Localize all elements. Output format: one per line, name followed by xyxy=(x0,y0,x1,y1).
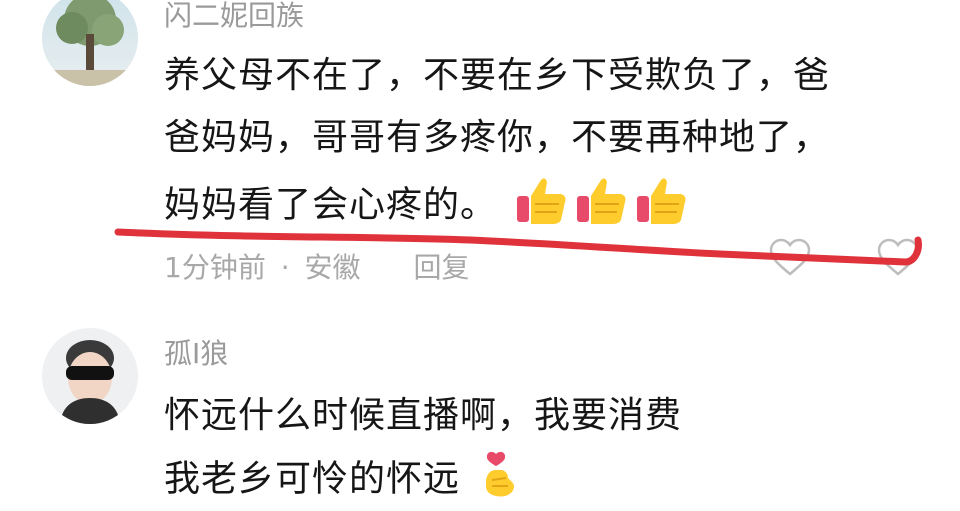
comment-text-line: 爸妈妈，哥哥有多疼你，不要再种地了， xyxy=(164,117,831,158)
comment-meta: 1分钟前 · 安徽 回复 xyxy=(164,246,469,286)
avatar[interactable] xyxy=(42,328,138,424)
avatar-person-image xyxy=(42,328,138,424)
comment-text: 我老乡可怜的怀远 xyxy=(164,458,461,500)
reply-button[interactable]: 回复 xyxy=(413,251,469,284)
thumbs-up-icon xyxy=(635,174,689,239)
comment-location: 安徽 xyxy=(304,251,361,284)
comment-username[interactable]: 闪二妮回族 xyxy=(164,0,304,34)
avatar[interactable] xyxy=(42,0,138,86)
comment-text-line: 养父母不在了，不要在乡下受欺负了，爸 xyxy=(164,55,831,96)
comment-text: 妈妈看了会心疼的。 xyxy=(164,184,498,226)
comment-item: 闪二妮回族 养父母不在了，不要在乡下受欺负了，爸 爸妈妈，哥哥有多疼你，不要再种… xyxy=(0,0,960,300)
meta-separator: · xyxy=(280,251,290,284)
thumbs-up-icon xyxy=(575,174,629,239)
comment-text-line: 怀远什么时候直播啊，我要消费 xyxy=(164,395,683,436)
comment-time: 1分钟前 xyxy=(164,251,266,284)
thumbs-up-icon xyxy=(515,174,569,239)
avatar-tree-image xyxy=(42,0,138,86)
comment-text-line-with-emoji: 我老乡可怜的怀远 xyxy=(164,450,522,511)
heart-outline-icon[interactable] xyxy=(876,238,920,282)
comment-username[interactable]: 孤I狼 xyxy=(164,332,228,372)
comment-text-line-with-emoji: 妈妈看了会心疼的。 xyxy=(164,174,689,239)
comment-item: 孤I狼 怀远什么时候直播啊，我要消费 我老乡可怜的怀远 xyxy=(0,300,960,500)
heart-outline-icon[interactable] xyxy=(768,238,812,282)
finger-heart-icon xyxy=(478,450,522,511)
